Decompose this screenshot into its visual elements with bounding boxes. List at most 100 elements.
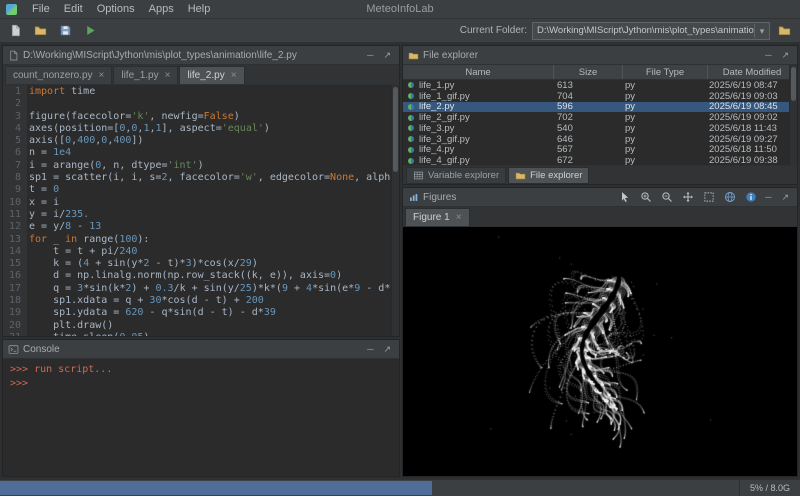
line-number: 8 <box>3 172 29 184</box>
scrollbar-thumb[interactable] <box>393 87 398 172</box>
file-name: life_2.py <box>419 101 454 112</box>
code-text: i = arange(0, n, dtype='int') <box>29 160 204 172</box>
float-icon[interactable]: ↗ <box>778 46 792 64</box>
code-editor[interactable]: 1import time2 3figure(facecolor='k', new… <box>3 85 399 336</box>
editor-tab-life-2-py[interactable]: life_2.py× <box>179 66 244 84</box>
table-row[interactable]: life_2.py596py2025/6/19 08:45 <box>403 102 797 113</box>
editor-title: D:\Working\MIScript\Jython\mis\plot_type… <box>23 50 360 61</box>
tab-file-explorer[interactable]: File explorer <box>508 167 589 184</box>
terminal-icon <box>8 344 19 355</box>
chevron-down-icon[interactable]: ▾ <box>754 24 769 38</box>
table-row[interactable]: life_4_gif.py672py2025/6/19 09:38 <box>403 155 797 165</box>
column-header-size[interactable]: Size <box>554 65 623 79</box>
code-line: 18 sp1.xdata = q + 30*cos(d - t) + 200 <box>3 295 399 307</box>
table-row[interactable]: life_2_gif.py702py2025/6/19 09:02 <box>403 112 797 123</box>
table-row[interactable]: life_3.py540py2025/6/18 11:43 <box>403 123 797 134</box>
memory-indicator[interactable]: 5% / 8.0G <box>739 480 800 496</box>
file-name: life_1_gif.py <box>419 91 470 102</box>
table-scrollbar[interactable] <box>789 65 797 165</box>
select-icon[interactable] <box>618 190 632 204</box>
file-type-cell: py <box>621 155 705 165</box>
code-line: 6n = 1e4 <box>3 147 399 159</box>
minimize-icon[interactable]: ─ <box>364 340 376 358</box>
minimize-icon[interactable]: ─ <box>762 188 774 206</box>
line-number: 17 <box>3 283 29 295</box>
menu-bar: MeteoInfoLab FileEditOptionsAppsHelp <box>0 0 800 19</box>
tab-variable-explorer[interactable]: Variable explorer <box>406 167 506 184</box>
current-folder-combobox[interactable]: D:\Working\MIScript\Jython\mis\plot_type… <box>532 22 770 40</box>
python-file-icon <box>407 114 415 122</box>
editor-tab-count-nonzero-py[interactable]: count_nonzero.py× <box>5 66 112 84</box>
full-extent-icon[interactable] <box>702 190 716 204</box>
close-icon[interactable]: × <box>456 212 462 223</box>
float-icon[interactable]: ↗ <box>778 188 792 206</box>
zoom-out-icon[interactable] <box>660 190 674 204</box>
file-table: NameSizeFile TypeDate Modified life_1.py… <box>403 65 797 165</box>
save-file-button[interactable] <box>57 22 74 39</box>
column-header-name[interactable]: Name <box>403 65 554 79</box>
code-text: sp1.ydata = 620 - q*sin(d - t) - d*39 <box>29 307 276 319</box>
column-header-date-modified[interactable]: Date Modified <box>708 65 797 79</box>
console-output[interactable]: >>> run script...>>> <box>3 359 399 476</box>
code-lines: 1import time2 3figure(facecolor='k', new… <box>3 86 399 336</box>
table-row[interactable]: life_3_gif.py646py2025/6/19 09:27 <box>403 134 797 145</box>
editor-tabs: count_nonzero.py×life_1.py×life_2.py× <box>3 65 399 85</box>
code-line: 10x = i <box>3 197 399 209</box>
close-icon[interactable]: × <box>231 70 237 81</box>
code-line: 2 <box>3 98 399 110</box>
menu-options[interactable]: Options <box>90 2 142 16</box>
code-text: sp1 = scatter(i, i, s=2, facecolor='w', … <box>29 172 399 184</box>
code-text <box>29 98 35 110</box>
float-icon[interactable]: ↗ <box>380 46 394 64</box>
column-header-file-type[interactable]: File Type <box>623 65 708 79</box>
code-line: 15 k = (4 + sin(y*2 - t)*3)*cos(x/29) <box>3 258 399 270</box>
table-row[interactable]: life_4.py567py2025/6/18 11:50 <box>403 145 797 156</box>
editor-scrollbar[interactable] <box>391 85 399 336</box>
code-line: 20 plt.draw() <box>3 320 399 332</box>
identify-icon[interactable] <box>744 190 758 204</box>
line-number: 19 <box>3 307 29 319</box>
file-date-cell: 2025/6/18 11:50 <box>705 144 797 155</box>
scrollbar-thumb[interactable] <box>791 67 796 101</box>
minimize-icon[interactable]: ─ <box>364 46 376 64</box>
close-icon[interactable]: × <box>99 70 105 81</box>
line-number: 15 <box>3 258 29 270</box>
tab-label: life_1.py <box>121 70 158 81</box>
pan-icon[interactable] <box>681 190 695 204</box>
table-row[interactable]: life_1_gif.py704py2025/6/19 09:03 <box>403 91 797 102</box>
current-folder-group: Current Folder: D:\Working\MIScript\Jyth… <box>460 22 793 40</box>
main-toolbar: Current Folder: D:\Working\MIScript\Jyth… <box>0 19 800 43</box>
app-window: MeteoInfoLab FileEditOptionsAppsHelp Cur… <box>0 0 800 496</box>
code-text: t = t + pi/240 <box>29 246 137 258</box>
float-icon[interactable]: ↗ <box>380 340 394 358</box>
menu-help[interactable]: Help <box>181 2 218 16</box>
progress-fill <box>0 481 432 495</box>
figure-tab-figure-1[interactable]: Figure 1× <box>405 208 470 226</box>
figure-canvas[interactable] <box>403 227 797 476</box>
table-row[interactable]: life_1.py613py2025/6/19 08:47 <box>403 80 797 91</box>
console-line: >>> run script... <box>10 363 392 377</box>
file-date-cell: 2025/6/19 09:03 <box>705 91 797 102</box>
code-line: 21 time.sleep(0.05) <box>3 332 399 336</box>
code-text: n = 1e4 <box>29 147 71 159</box>
menu-apps[interactable]: Apps <box>142 2 181 16</box>
console-line: >>> <box>10 377 392 391</box>
run-script-button[interactable] <box>82 22 99 39</box>
console-header: Console ─ ↗ <box>3 340 399 359</box>
globe-icon[interactable] <box>723 190 737 204</box>
file-date-cell: 2025/6/19 09:02 <box>705 112 797 123</box>
menu-file[interactable]: File <box>25 2 57 16</box>
file-explorer-panel: File explorer ─ ↗ NameSizeFile TypeDate … <box>402 45 798 185</box>
file-type-cell: py <box>621 80 705 91</box>
browse-folder-button[interactable] <box>775 22 793 39</box>
menu-edit[interactable]: Edit <box>57 2 90 16</box>
explorer-tabs: Variable explorerFile explorer <box>403 165 797 184</box>
zoom-in-icon[interactable] <box>639 190 653 204</box>
line-number: 12 <box>3 221 29 233</box>
close-icon[interactable]: × <box>165 70 171 81</box>
new-script-button[interactable] <box>7 22 24 39</box>
open-file-button[interactable] <box>32 22 49 39</box>
editor-tab-life-1-py[interactable]: life_1.py × <box>113 66 178 84</box>
minimize-icon[interactable]: ─ <box>762 46 774 64</box>
line-number: 1 <box>3 86 29 98</box>
